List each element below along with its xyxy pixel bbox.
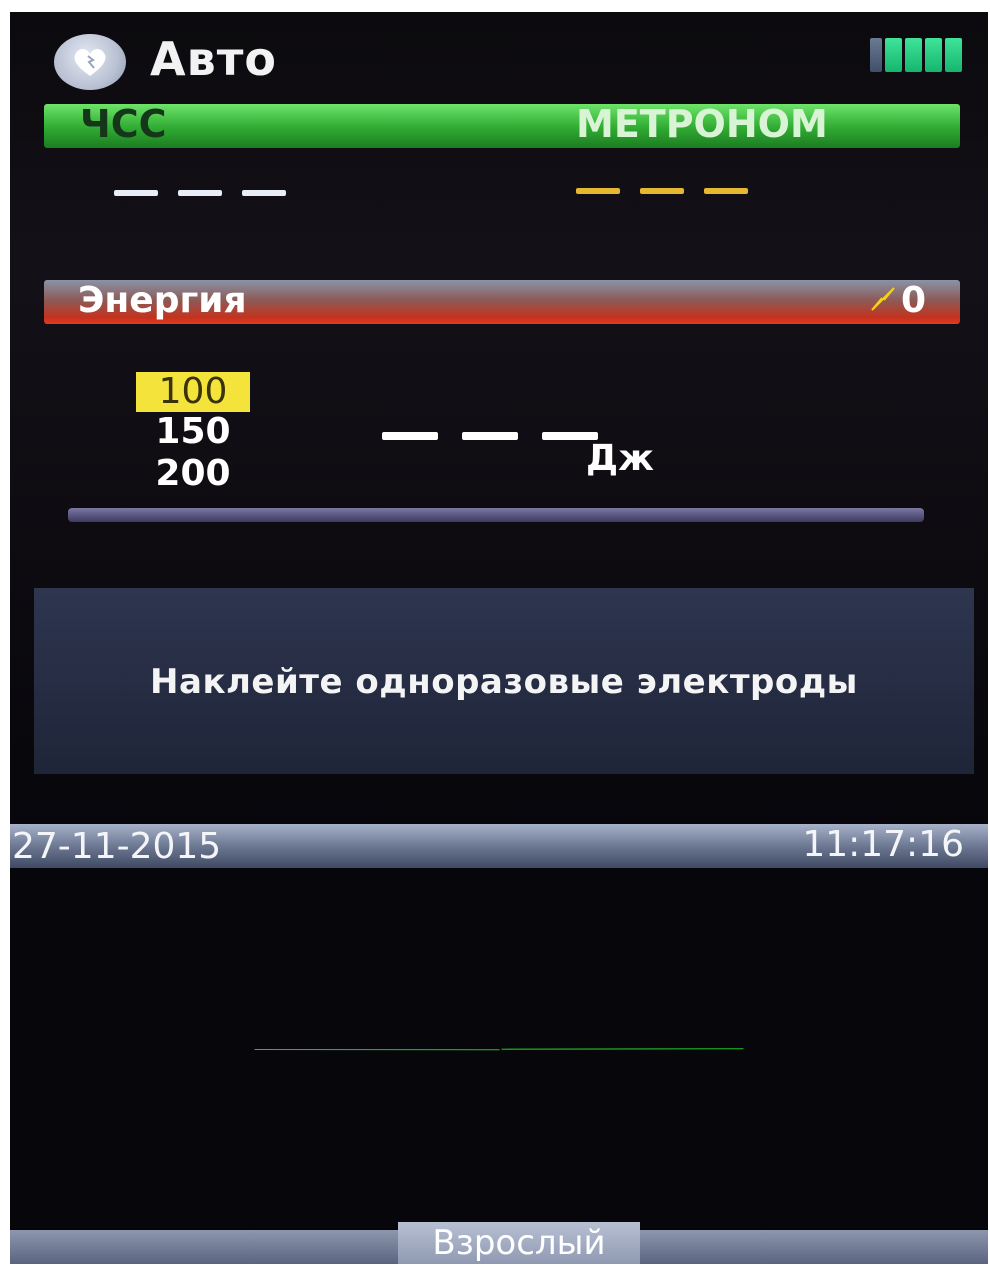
energy-option-selected[interactable]: 100 bbox=[136, 372, 250, 412]
metronome-label: МЕТРОНОМ bbox=[576, 102, 828, 146]
dash bbox=[576, 188, 620, 194]
energy-option[interactable]: 150 bbox=[136, 412, 250, 452]
dash bbox=[382, 432, 438, 440]
dash bbox=[242, 190, 286, 196]
time-display: 11:17:16 bbox=[802, 824, 964, 865]
heart-bolt-icon bbox=[54, 34, 126, 90]
mode-title: Авто bbox=[150, 32, 277, 86]
battery-cell bbox=[905, 38, 922, 72]
prompt-message: Наклейте одноразовые электроды bbox=[150, 662, 858, 702]
dash bbox=[178, 190, 222, 196]
energy-option[interactable]: 200 bbox=[136, 454, 250, 494]
battery-cap bbox=[870, 38, 882, 72]
energy-label: Энергия bbox=[78, 280, 247, 321]
dash bbox=[114, 190, 158, 196]
aed-screen: Авто ЧСС МЕТРОНОМ Энергия 0 100 150 200 bbox=[10, 12, 988, 1264]
battery-icon bbox=[870, 38, 962, 72]
datetime-bar: 27-11-2015 11:17:16 bbox=[10, 824, 988, 868]
battery-cell bbox=[945, 38, 962, 72]
hr-label: ЧСС bbox=[80, 102, 167, 146]
energy-unit: Дж bbox=[586, 438, 654, 479]
ecg-area bbox=[10, 868, 988, 1228]
hr-value-placeholder bbox=[114, 190, 286, 196]
dash bbox=[462, 432, 518, 440]
vitals-header-bar: ЧСС МЕТРОНОМ bbox=[44, 102, 960, 148]
energy-divider bbox=[68, 508, 924, 522]
metronome-value-placeholder bbox=[576, 188, 748, 194]
date-display: 27-11-2015 bbox=[12, 826, 222, 867]
battery-cell bbox=[885, 38, 902, 72]
bottom-bar: Взрослый bbox=[10, 1222, 988, 1264]
battery-cell bbox=[925, 38, 942, 72]
dash bbox=[640, 188, 684, 194]
ecg-trace bbox=[254, 1048, 744, 1051]
energy-header-bar: Энергия 0 bbox=[44, 280, 960, 324]
shock-count: 0 bbox=[900, 280, 926, 321]
message-panel: Наклейте одноразовые электроды bbox=[34, 588, 974, 774]
dash bbox=[704, 188, 748, 194]
bolt-icon bbox=[870, 286, 896, 316]
patient-type-label: Взрослый bbox=[398, 1222, 640, 1264]
energy-value-placeholder bbox=[382, 432, 598, 440]
